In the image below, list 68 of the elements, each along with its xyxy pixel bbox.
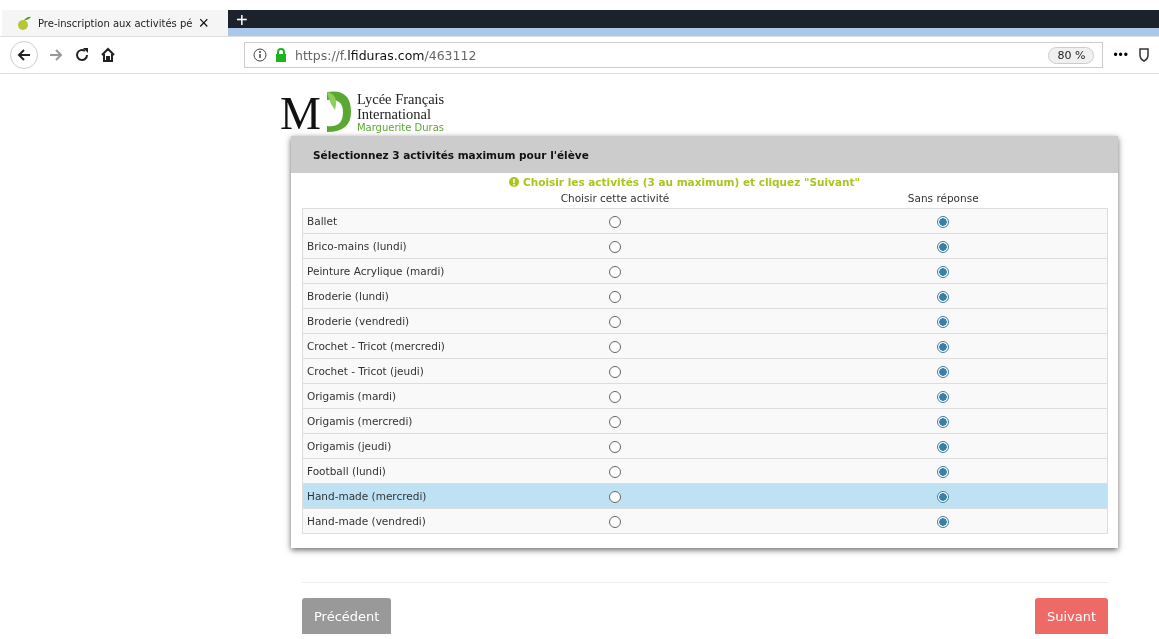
radio-button[interactable] [609, 315, 621, 328]
radio-button[interactable] [937, 340, 949, 353]
radio-button[interactable] [937, 365, 949, 378]
fruit-icon [16, 15, 32, 31]
radio-button[interactable] [609, 490, 621, 503]
logo-text: International [356, 107, 431, 122]
radio-button[interactable] [937, 515, 949, 528]
browser-tab[interactable]: Pre-inscription aux activités pé × [2, 10, 228, 36]
logo-letters: M [280, 94, 321, 134]
activity-label: Football (lundi) [302, 458, 451, 484]
radio-button[interactable] [937, 240, 949, 253]
radio-button[interactable] [609, 265, 621, 278]
forward-button[interactable] [48, 47, 64, 63]
activity-label: Origamis (mardi) [302, 383, 451, 409]
logo-subtitle: Marguerite Duras [356, 122, 445, 134]
close-tab-button[interactable]: × [198, 14, 209, 32]
activity-label: Brico-mains (lundi) [302, 233, 451, 259]
exclamation-icon [509, 177, 519, 187]
radio-button[interactable] [937, 390, 949, 403]
activity-label: Broderie (vendredi) [302, 308, 451, 334]
padlock-icon [275, 48, 287, 62]
radio-button[interactable] [609, 290, 621, 303]
home-icon [100, 47, 116, 63]
radio-button[interactable] [609, 240, 621, 253]
back-arrow-icon [16, 47, 32, 63]
activity-label: Hand-made (mercredi) [302, 483, 451, 509]
radio-button[interactable] [937, 215, 949, 228]
activity-label: Broderie (lundi) [302, 283, 451, 309]
column-header: Choisir cette activité [451, 188, 779, 209]
radio-button[interactable] [609, 515, 621, 528]
menu-button[interactable]: ••• [1113, 48, 1129, 62]
zoom-level[interactable]: 80 % [1048, 46, 1095, 64]
card-title: Sélectionnez 3 activités maximum pour l'élève [313, 148, 589, 161]
radio-button[interactable] [609, 390, 621, 403]
reload-button[interactable] [74, 47, 90, 63]
radio-button[interactable] [609, 440, 621, 453]
radio-button[interactable] [937, 290, 949, 303]
radio-button[interactable] [609, 215, 621, 228]
radio-button[interactable] [937, 440, 949, 453]
activity-label: Hand-made (vendredi) [302, 508, 451, 534]
shield-icon [1139, 48, 1149, 62]
tab-title: Pre-inscription aux activités pé [38, 17, 193, 29]
radio-button[interactable] [937, 490, 949, 503]
new-tab-button[interactable]: + [228, 10, 256, 30]
activity-label: Crochet - Tricot (mercredi) [302, 333, 451, 359]
activity-label: Peinture Acrylique (mardi) [302, 258, 451, 284]
activity-label: Crochet - Tricot (jeudi) [302, 358, 451, 384]
radio-button[interactable] [937, 315, 949, 328]
radio-button[interactable] [609, 365, 621, 378]
home-button[interactable] [100, 47, 116, 63]
radio-button[interactable] [609, 465, 621, 478]
reload-icon [74, 47, 90, 63]
activity-label: Origamis (mercredi) [302, 408, 451, 434]
activity-label: Origamis (jeudi) [302, 433, 451, 459]
radio-button[interactable] [937, 265, 949, 278]
info-icon [253, 48, 267, 62]
hint-text: Choisir les activités (3 au maximum) et cliquez "Suivant" [523, 176, 860, 188]
logo-text: Lycée Français [356, 92, 445, 107]
radio-button[interactable] [609, 415, 621, 428]
radio-button[interactable] [609, 340, 621, 353]
forward-arrow-icon [48, 47, 64, 63]
radio-button[interactable] [937, 465, 949, 478]
radio-button[interactable] [937, 415, 949, 428]
activity-label: Ballet [302, 208, 451, 234]
column-header: Sans réponse [779, 188, 1108, 209]
address-bar[interactable]: https://f.lfiduras.com/463112 80 % [244, 42, 1104, 68]
leaf-logo-icon [324, 88, 353, 134]
url-text: https://f.lfiduras.com/463112 [295, 47, 478, 63]
